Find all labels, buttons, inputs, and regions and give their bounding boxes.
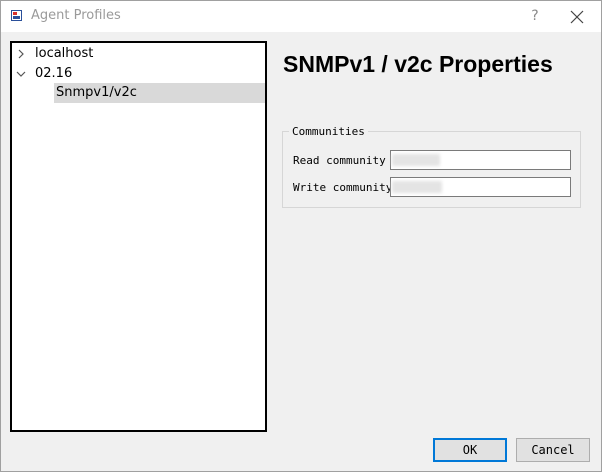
tree-item-label: Snmpv1/v2c <box>56 85 137 100</box>
group-label: Communities <box>289 125 368 138</box>
tree-item-label: 02.16 <box>35 66 73 81</box>
ok-button[interactable]: OK <box>433 438 507 462</box>
tree-item-snmpv1-v2c[interactable]: Snmpv1/v2c <box>54 83 265 103</box>
tree-item-02-16[interactable]: 02.16 <box>12 64 263 84</box>
redacted-mask <box>392 154 440 166</box>
app-icon <box>11 10 22 21</box>
agent-profiles-dialog: Agent Profiles ? localhost 02.16 Snmpv1/… <box>0 0 602 472</box>
cancel-button[interactable]: Cancel <box>516 438 590 462</box>
tree-item-localhost[interactable]: localhost <box>12 44 263 64</box>
close-icon <box>570 10 584 24</box>
title-bar: Agent Profiles ? <box>1 1 601 32</box>
profile-tree[interactable]: localhost 02.16 Snmpv1/v2c <box>10 41 267 432</box>
chevron-down-icon[interactable] <box>15 68 27 80</box>
help-button[interactable]: ? <box>524 4 546 28</box>
chevron-right-icon[interactable] <box>15 48 27 60</box>
read-community-label: Read community <box>293 154 386 167</box>
redacted-mask <box>392 181 442 193</box>
close-button[interactable] <box>566 6 588 28</box>
tree-item-label: localhost <box>35 46 94 61</box>
window-title: Agent Profiles <box>31 8 121 23</box>
page-title: SNMPv1 / v2c Properties <box>283 51 553 77</box>
write-community-label: Write community <box>293 181 393 194</box>
